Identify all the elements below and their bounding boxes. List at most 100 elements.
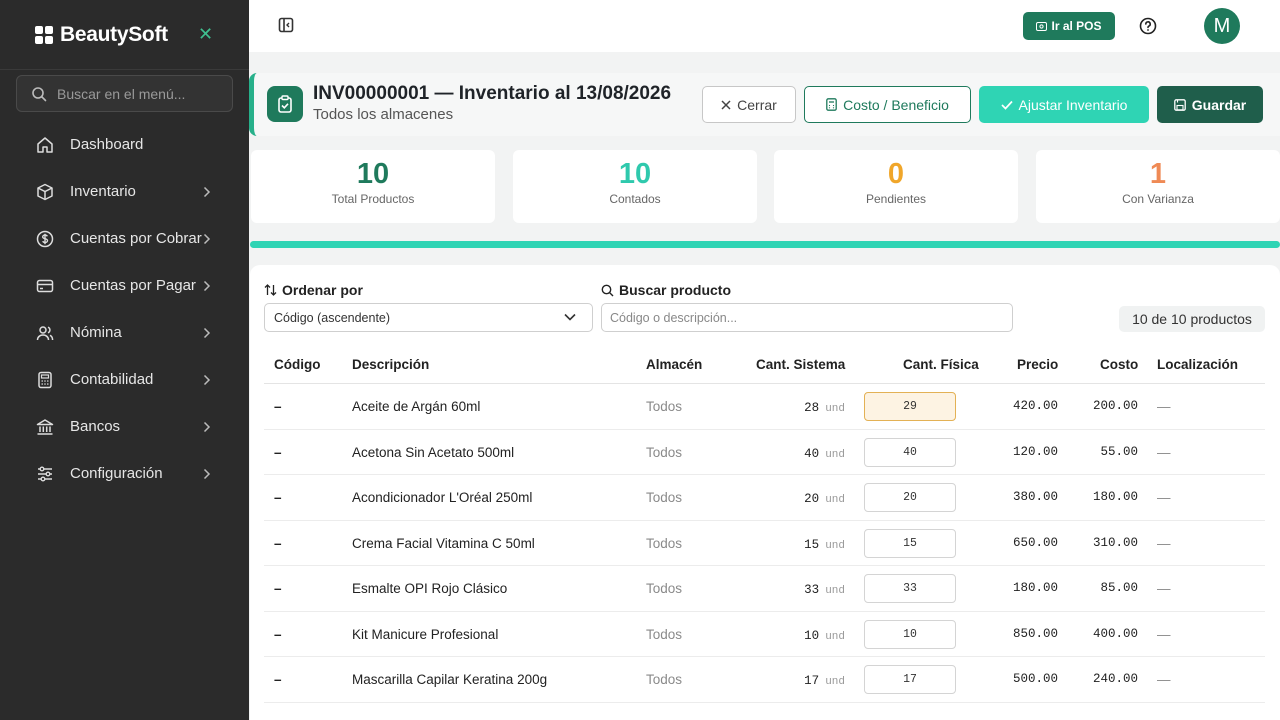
col-system-qty[interactable]: Cant. Sistema — [756, 357, 845, 372]
sidebar-item-cuentas-por-cobrar[interactable]: Cuentas por Cobrar — [0, 215, 249, 262]
physical-qty-input[interactable]: 40 — [864, 437, 956, 467]
cell-cost: 400.00 — [1092, 626, 1138, 641]
sidebar-toggle-icon[interactable] — [278, 17, 294, 38]
unit-label: und — [825, 494, 845, 506]
cell-system-qty: 28 und — [804, 399, 845, 415]
help-icon[interactable] — [1139, 17, 1157, 40]
stat-counted: 10 Contados — [513, 150, 757, 223]
chevron-right-icon — [203, 279, 211, 297]
physical-qty-input[interactable]: 17 — [864, 665, 956, 694]
table-body: – Aceite de Argán 60ml Todos 28 und 29 420.00 2… — [264, 384, 1265, 703]
menu-search[interactable] — [16, 75, 233, 112]
cell-location: — — [1157, 399, 1171, 414]
sidebar-item-label: Dashboard — [70, 136, 144, 153]
system-qty-value: 17 — [804, 674, 820, 688]
sidebar-item-label: Inventario — [70, 183, 136, 200]
sort-select[interactable]: Código (ascendente) — [264, 303, 593, 332]
stat-pending: 0 Pendientes — [774, 150, 1018, 223]
count-progress-bar — [250, 241, 1280, 248]
physical-qty-input[interactable]: 29 — [864, 392, 956, 421]
product-search-input[interactable] — [601, 303, 1013, 332]
cell-system-qty: 20 und — [804, 490, 845, 506]
cell-warehouse: Todos — [646, 581, 683, 596]
save-button-label: Guardar — [1191, 96, 1247, 113]
unit-label: und — [825, 676, 845, 688]
cell-system-qty: 15 und — [804, 536, 845, 552]
sidebar-item-label: Cuentas por Pagar — [70, 277, 196, 294]
col-price[interactable]: Precio — [1017, 357, 1058, 372]
cell-cost: 55.00 — [1100, 444, 1138, 459]
sort-label-text: Ordenar por — [282, 282, 363, 298]
stat-label: Con Varianza — [1122, 192, 1194, 206]
cell-code: – — [274, 672, 282, 687]
col-cost[interactable]: Costo — [1100, 357, 1138, 372]
sort-label: Ordenar por — [264, 282, 363, 298]
cell-description: Kit Manicure Profesional — [352, 626, 499, 642]
cell-description: Esmalte OPI Rojo Clásico — [352, 581, 508, 596]
cell-system-qty: 17 und — [804, 672, 845, 688]
table-row: – Mascarilla Capilar Keratina 200g Todos 17… — [264, 657, 1265, 703]
sliders-icon — [35, 464, 55, 484]
menu-search-input[interactable] — [57, 85, 217, 102]
table-row: – Esmalte OPI Rojo Clásico Todos 33 und 33 180… — [264, 566, 1265, 612]
physical-qty-input[interactable]: 33 — [864, 574, 956, 603]
system-qty-value: 33 — [804, 583, 820, 597]
unit-label: und — [825, 585, 845, 597]
search-icon — [601, 284, 614, 296]
chevron-right-icon — [203, 326, 211, 344]
table-row: – Crema Facial Vitamina C 50ml Todos 15 und 1… — [264, 521, 1265, 566]
box-icon — [35, 182, 55, 202]
cell-code: – — [274, 581, 282, 596]
save-button[interactable]: Guardar — [1157, 86, 1263, 123]
avatar[interactable]: M — [1204, 8, 1240, 44]
system-qty-value: 20 — [804, 492, 820, 506]
bank-icon — [35, 417, 55, 437]
cell-code: – — [274, 399, 282, 414]
cost-benefit-label: Costo / Beneficio — [843, 96, 949, 113]
cell-cost: 240.00 — [1092, 672, 1138, 686]
sidebar-item-inventario[interactable]: Inventario — [0, 168, 249, 215]
cell-location: — — [1157, 535, 1171, 551]
credit-card-icon — [35, 276, 55, 296]
system-qty-value: 40 — [804, 446, 820, 461]
col-description[interactable]: Descripción — [352, 357, 429, 372]
physical-qty-input[interactable]: 20 — [864, 483, 956, 512]
unit-label: und — [825, 539, 845, 552]
sidebar-item-bancos[interactable]: Bancos — [0, 403, 249, 450]
inventory-header: INV00000001 — Inventario al 13/08/2026 T… — [249, 73, 1280, 136]
sidebar-item-nomina[interactable]: Nómina — [0, 309, 249, 356]
cell-price: 420.00 — [1012, 399, 1058, 413]
col-location[interactable]: Localización — [1157, 357, 1238, 372]
col-physical-qty[interactable]: Cant. Física — [903, 357, 979, 372]
stat-value: 0 — [887, 158, 905, 190]
sidebar-item-contabilidad[interactable]: Contabilidad — [0, 356, 249, 403]
sidebar-nav: Dashboard Inventario Cuentas por Cobrar Cue… — [0, 121, 249, 497]
go-to-pos-button[interactable]: Ir al POS — [1023, 12, 1115, 40]
physical-qty-input[interactable]: 15 — [864, 528, 956, 558]
sidebar-item-cuentas-por-pagar[interactable]: Cuentas por Pagar — [0, 262, 249, 309]
cost-benefit-button[interactable]: Costo / Beneficio — [804, 86, 971, 123]
sidebar-item-label: Cuentas por Cobrar — [70, 230, 202, 247]
stat-label: Contados — [609, 192, 661, 206]
close-sidebar-icon[interactable]: ✕ — [198, 24, 213, 45]
dollar-circle-icon — [35, 229, 55, 249]
close-button[interactable]: Cerrar — [702, 86, 796, 123]
cash-icon — [1036, 21, 1048, 31]
col-warehouse[interactable]: Almacén — [646, 357, 702, 372]
adjust-inventory-button[interactable]: Ajustar Inventario — [979, 86, 1149, 123]
cell-description: Acetona Sin Acetato 500ml — [352, 444, 515, 460]
col-code[interactable]: Código — [274, 357, 321, 372]
sidebar-item-dashboard[interactable]: Dashboard — [0, 121, 249, 168]
clipboard-check-icon — [267, 86, 303, 122]
cell-warehouse: Todos — [646, 535, 683, 551]
cell-cost: 180.00 — [1092, 490, 1138, 504]
cell-code: – — [274, 535, 282, 551]
sidebar-item-configuracion[interactable]: Configuración — [0, 450, 249, 497]
sidebar-item-label: Contabilidad — [70, 371, 154, 388]
cell-location: — — [1157, 581, 1171, 596]
cell-location: — — [1157, 626, 1171, 642]
search-product-label-text: Buscar producto — [619, 282, 732, 298]
physical-qty-input[interactable]: 10 — [864, 619, 956, 649]
close-button-label: Cerrar — [737, 96, 777, 113]
stat-label: Pendientes — [865, 192, 927, 206]
